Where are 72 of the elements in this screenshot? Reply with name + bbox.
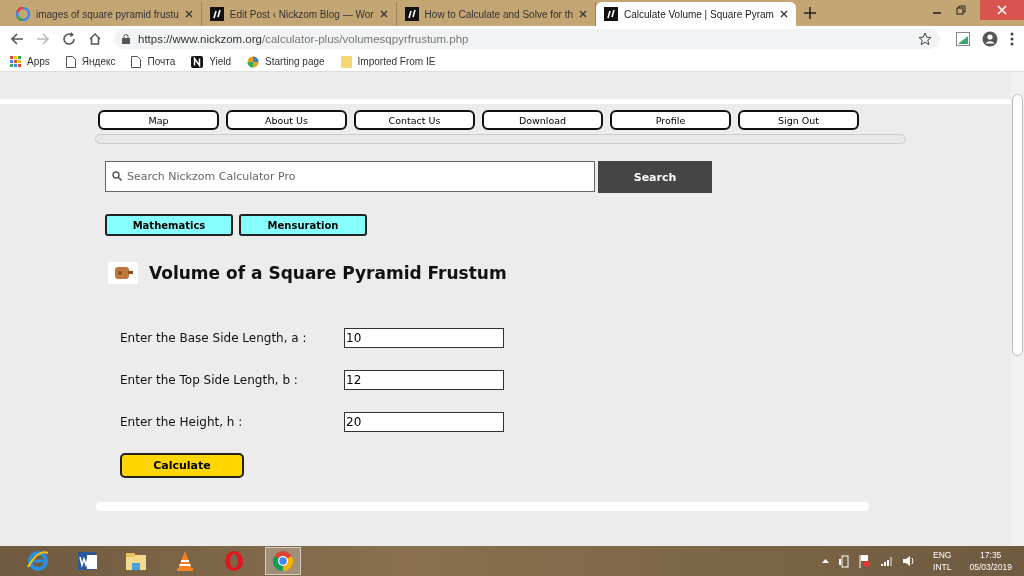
logo-icon bbox=[604, 7, 618, 21]
nav-button[interactable]: Profile bbox=[610, 110, 731, 130]
tab-title: images of square pyramid frustu bbox=[36, 8, 179, 20]
home-icon[interactable] bbox=[88, 32, 102, 46]
browser-tab[interactable]: Calculate Volume | Square Pyram bbox=[596, 2, 796, 26]
reload-icon[interactable] bbox=[62, 32, 76, 46]
profile-icon[interactable] bbox=[982, 31, 998, 47]
address-bar[interactable]: https://www.nickzom.org/calculator-plus/volumesqpyrfrustum.php bbox=[114, 29, 940, 49]
restore-icon[interactable] bbox=[956, 5, 966, 15]
tab-title: Calculate Volume | Square Pyram bbox=[624, 8, 774, 20]
category-button[interactable]: Mathematics bbox=[105, 214, 233, 236]
category-button[interactable]: Mensuration bbox=[239, 214, 367, 236]
field-label: Enter the Height, h : bbox=[120, 415, 244, 429]
bookmark[interactable]: Apps bbox=[10, 56, 50, 67]
globe-icon bbox=[247, 55, 260, 68]
clock-date[interactable]: 05/03/2019 bbox=[969, 561, 1012, 573]
flag-icon[interactable] bbox=[859, 554, 872, 568]
apps-grid-icon bbox=[10, 56, 21, 67]
bookmark[interactable]: Starting page bbox=[247, 55, 325, 68]
speaker-icon[interactable] bbox=[903, 555, 916, 567]
chevron-up-icon[interactable] bbox=[822, 559, 830, 563]
nav-button[interactable]: Contact Us bbox=[354, 110, 475, 130]
nav-button[interactable]: Map bbox=[98, 110, 219, 130]
bookmark[interactable]: Почта bbox=[131, 55, 176, 68]
new-tab-icon[interactable] bbox=[803, 7, 816, 19]
extension-icon[interactable] bbox=[956, 32, 970, 46]
n-logo-icon bbox=[191, 55, 204, 68]
close-icon[interactable] bbox=[579, 10, 587, 18]
close-icon[interactable] bbox=[184, 10, 193, 18]
back-icon[interactable] bbox=[10, 32, 24, 46]
search-button[interactable]: Search bbox=[598, 161, 712, 193]
word-app-icon bbox=[75, 549, 99, 573]
close-icon[interactable] bbox=[379, 10, 388, 18]
taskbar-button[interactable] bbox=[265, 547, 301, 575]
clock-time[interactable]: 17:35 bbox=[980, 549, 1002, 561]
close-icon[interactable] bbox=[779, 10, 788, 18]
star-icon[interactable] bbox=[918, 32, 932, 46]
ie-app-icon bbox=[26, 549, 50, 573]
scrollbar[interactable] bbox=[1011, 72, 1024, 546]
nav-button[interactable]: Download bbox=[482, 110, 603, 130]
page-heading: Volume of a Square Pyramid Frustum bbox=[149, 263, 507, 283]
tab-title: Edit Post ‹ Nickzom Blog — Wor bbox=[229, 8, 374, 20]
url-text: https://www.nickzom.org/calculator-plus/volumesqpyrfrustum.php bbox=[138, 33, 469, 45]
lock-icon bbox=[122, 34, 130, 44]
language-indicator[interactable]: ENG INTL bbox=[933, 549, 952, 573]
calculator-icon bbox=[108, 262, 138, 284]
chrome-app-icon bbox=[271, 549, 295, 573]
battery-icon[interactable] bbox=[839, 554, 850, 568]
input-field[interactable]: 10 bbox=[344, 328, 504, 348]
menu-icon[interactable] bbox=[1010, 32, 1014, 46]
search-field[interactable]: Search Nickzom Calculator Pro bbox=[105, 161, 595, 192]
google-icon bbox=[16, 7, 30, 21]
tab-title: How to Calculate and Solve for th bbox=[424, 8, 573, 20]
calculate-button[interactable]: Calculate bbox=[120, 453, 244, 478]
logo-icon bbox=[404, 7, 419, 21]
opera-app-icon bbox=[222, 549, 246, 573]
signal-icon[interactable] bbox=[881, 556, 894, 566]
nav-button[interactable]: Sign Out bbox=[738, 110, 859, 130]
input-field[interactable]: 20 bbox=[344, 412, 504, 432]
input-field[interactable]: 12 bbox=[344, 370, 504, 390]
logo-icon bbox=[209, 7, 224, 21]
bookmark[interactable]: Imported From IE bbox=[340, 55, 436, 68]
bookmark[interactable]: Яндекс bbox=[65, 55, 116, 68]
bookmark[interactable]: Yield bbox=[191, 55, 232, 68]
search-icon bbox=[112, 171, 122, 181]
scroll-thumb[interactable] bbox=[1012, 94, 1023, 356]
page-icon bbox=[65, 55, 76, 68]
nav-button[interactable]: About Us bbox=[226, 110, 347, 130]
page-icon bbox=[131, 55, 142, 68]
field-label: Enter the Top Side Length, b : bbox=[120, 373, 299, 387]
field-label: Enter the Base Side Length, a : bbox=[120, 331, 308, 345]
folder-icon bbox=[340, 55, 352, 68]
